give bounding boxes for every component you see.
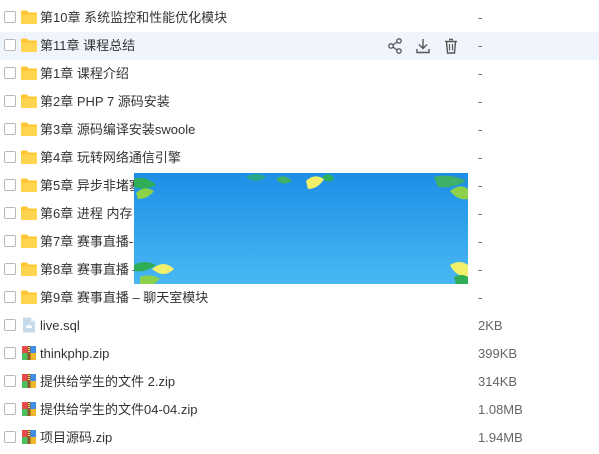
file-size: - xyxy=(478,66,483,81)
file-name[interactable]: 提供给学生的文件04-04.zip xyxy=(40,402,197,418)
row-checkbox[interactable] xyxy=(4,151,16,163)
file-size: 314KB xyxy=(478,374,518,389)
zip-file-icon xyxy=(20,429,38,445)
row-checkbox[interactable] xyxy=(4,347,16,359)
file-row[interactable]: 第11章 课程总结 - xyxy=(0,32,599,60)
folder-icon xyxy=(20,177,38,193)
row-checkbox[interactable] xyxy=(4,403,16,415)
file-size: - xyxy=(478,206,483,221)
row-checkbox[interactable] xyxy=(4,207,16,219)
file-row[interactable]: 第3章 源码编译安装swoole - xyxy=(0,116,599,144)
file-name[interactable]: 第9章 赛事直播 – 聊天室模块 xyxy=(40,290,208,306)
file-size: - xyxy=(478,122,483,137)
ad-banner-overlay[interactable] xyxy=(134,173,468,284)
file-size: 2KB xyxy=(478,318,503,333)
row-checkbox[interactable] xyxy=(4,319,16,331)
file-size: 1.08MB xyxy=(478,402,523,417)
row-checkbox[interactable] xyxy=(4,123,16,135)
zip-file-icon xyxy=(20,345,38,361)
row-checkbox[interactable] xyxy=(4,179,16,191)
row-checkbox[interactable] xyxy=(4,263,16,275)
file-icon xyxy=(20,317,38,333)
row-checkbox[interactable] xyxy=(4,375,16,387)
file-row[interactable]: 第1章 课程介绍 - xyxy=(0,60,599,88)
file-size: 1.94MB xyxy=(478,430,523,445)
row-checkbox[interactable] xyxy=(4,39,16,51)
file-size: - xyxy=(478,290,483,305)
file-name[interactable]: 提供给学生的文件 2.zip xyxy=(40,374,175,390)
folder-icon xyxy=(20,65,38,81)
row-checkbox[interactable] xyxy=(4,95,16,107)
file-size: - xyxy=(478,150,483,165)
file-name[interactable]: 第3章 源码编译安装swoole xyxy=(40,122,195,138)
share-icon[interactable] xyxy=(386,37,404,55)
row-checkbox[interactable] xyxy=(4,235,16,247)
file-name[interactable]: 项目源码.zip xyxy=(40,430,112,446)
file-row[interactable]: 提供给学生的文件 2.zip 314KB xyxy=(0,368,599,396)
file-size: - xyxy=(478,10,483,25)
folder-icon xyxy=(20,93,38,109)
file-size: - xyxy=(478,38,483,53)
folder-icon xyxy=(20,37,38,53)
file-name[interactable]: thinkphp.zip xyxy=(40,346,109,362)
file-row[interactable]: 第9章 赛事直播 – 聊天室模块 - xyxy=(0,284,599,312)
file-name[interactable]: 第4章 玩转网络通信引擎 xyxy=(40,150,181,166)
file-name[interactable]: 第8章 赛事直播 – xyxy=(40,262,140,278)
file-row[interactable]: 第2章 PHP 7 源码安装 - xyxy=(0,88,599,116)
delete-icon[interactable] xyxy=(442,37,460,55)
file-row[interactable]: 项目源码.zip 1.94MB xyxy=(0,424,599,452)
file-name[interactable]: 第7章 赛事直播-- xyxy=(40,234,138,250)
folder-icon xyxy=(20,233,38,249)
file-row[interactable]: 第4章 玩转网络通信引擎 - xyxy=(0,144,599,172)
folder-icon xyxy=(20,149,38,165)
row-checkbox[interactable] xyxy=(4,67,16,79)
file-name[interactable]: live.sql xyxy=(40,318,80,334)
row-actions xyxy=(386,37,460,55)
folder-icon xyxy=(20,289,38,305)
file-size: - xyxy=(478,94,483,109)
file-row[interactable]: thinkphp.zip 399KB xyxy=(0,340,599,368)
file-name[interactable]: 第10章 系统监控和性能优化模块 xyxy=(40,10,227,26)
file-row[interactable]: 第10章 系统监控和性能优化模块 - xyxy=(0,4,599,32)
file-size: - xyxy=(478,234,483,249)
file-name[interactable]: 第11章 课程总结 xyxy=(40,38,135,54)
folder-icon xyxy=(20,261,38,277)
folder-icon xyxy=(20,9,38,25)
file-name[interactable]: 第5章 异步非堵塞 xyxy=(40,178,142,194)
file-name[interactable]: 第6章 进程 内存 t xyxy=(40,206,140,222)
row-checkbox[interactable] xyxy=(4,11,16,23)
download-icon[interactable] xyxy=(414,37,432,55)
file-row[interactable]: live.sql 2KB xyxy=(0,312,599,340)
folder-icon xyxy=(20,121,38,137)
file-name[interactable]: 第2章 PHP 7 源码安装 xyxy=(40,94,170,110)
file-name[interactable]: 第1章 课程介绍 xyxy=(40,66,129,82)
row-checkbox[interactable] xyxy=(4,431,16,443)
file-row[interactable]: 提供给学生的文件04-04.zip 1.08MB xyxy=(0,396,599,424)
file-size: 399KB xyxy=(478,346,518,361)
row-checkbox[interactable] xyxy=(4,291,16,303)
zip-file-icon xyxy=(20,373,38,389)
file-size: - xyxy=(478,262,483,277)
file-size: - xyxy=(478,178,483,193)
zip-file-icon xyxy=(20,401,38,417)
leaf-banner-image xyxy=(134,173,468,284)
folder-icon xyxy=(20,205,38,221)
